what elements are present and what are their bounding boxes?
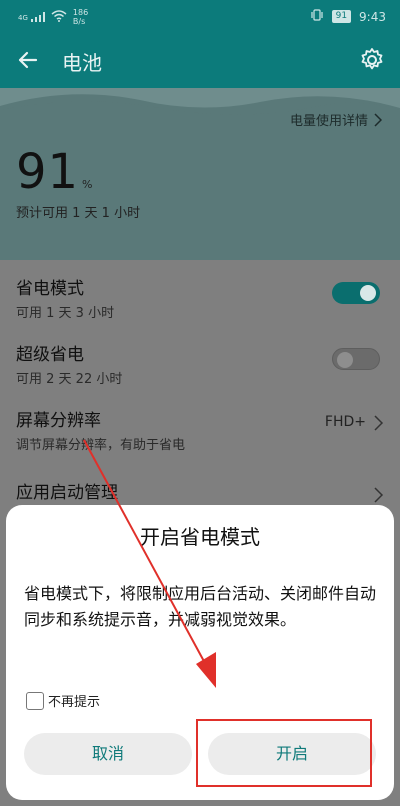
speed-value: 186 — [72, 8, 89, 17]
highlight-box — [196, 719, 372, 787]
page-title: 电池 — [62, 51, 102, 75]
battery-icon: 91 — [331, 10, 352, 23]
dont-show-again-checkbox[interactable]: 不再提示 — [26, 691, 100, 710]
dialog-title: 开启省电模式 — [140, 525, 260, 549]
network-type-label: 4G — [18, 14, 28, 22]
ultra-power-saving-row[interactable]: 超级省电 可用 2 天 22 小时 — [0, 326, 400, 392]
ultra-power-saving-toggle[interactable] — [332, 348, 380, 370]
row-title: 屏幕分辨率 — [16, 411, 101, 431]
status-right: 91 9:43 — [310, 9, 386, 24]
back-arrow-icon[interactable] — [14, 46, 42, 74]
checkbox-box[interactable] — [26, 691, 44, 710]
battery-level: 91 — [335, 11, 348, 21]
percent-symbol: % — [82, 178, 93, 191]
screen-resolution-row[interactable]: 屏幕分辨率 调节屏幕分辨率，有助于省电 FHD+ — [0, 392, 400, 458]
row-title: 超级省电 — [16, 345, 84, 365]
chevron-right-icon — [374, 415, 384, 431]
network-speed: 186 B/s — [73, 8, 88, 26]
resolution-value: FHD+ — [324, 414, 366, 430]
row-title: 应用启动管理 — [16, 483, 118, 503]
app-bar: 电池 — [0, 34, 400, 88]
cancel-button[interactable]: 取消 — [24, 733, 192, 775]
checkbox-label: 不再提示 — [48, 695, 101, 710]
chevron-right-icon — [374, 112, 382, 127]
gear-icon[interactable] — [358, 46, 386, 74]
battery-summary: 电量使用详情 91 % 预计可用 1 天 1 小时 — [0, 88, 400, 260]
status-left: 4G 186 B/s — [18, 8, 88, 26]
power-saving-mode-row[interactable]: 省电模式 可用 1 天 3 小时 — [0, 260, 400, 326]
row-subtitle: 可用 1 天 3 小时 — [16, 306, 115, 321]
toggle-knob — [360, 285, 376, 301]
chevron-right-icon — [374, 487, 384, 503]
row-subtitle: 调节屏幕分辨率，有助于省电 — [16, 438, 186, 453]
status-bar: 4G 186 B/s 91 9:43 — [0, 0, 400, 34]
signal-icon: 4G — [18, 12, 45, 22]
dialog-message: 省电模式下，将限制应用后台活动、关闭邮件自动同步和系统提示音，并减弱视觉效果。 — [24, 584, 377, 629]
battery-percent: 91 — [16, 144, 80, 200]
usage-details-label: 电量使用详情 — [289, 114, 368, 129]
row-title: 省电模式 — [16, 279, 84, 299]
wifi-icon — [51, 9, 67, 25]
remaining-estimate: 预计可用 1 天 1 小时 — [16, 206, 141, 221]
row-subtitle: 可用 2 天 22 小时 — [16, 372, 123, 387]
usage-details-link[interactable]: 电量使用详情 — [290, 110, 382, 129]
vibrate-icon — [310, 9, 324, 24]
speed-unit: B/s — [72, 17, 86, 26]
toggle-knob — [337, 352, 353, 368]
power-saving-toggle[interactable] — [332, 282, 380, 304]
clock: 9:43 — [359, 9, 386, 24]
